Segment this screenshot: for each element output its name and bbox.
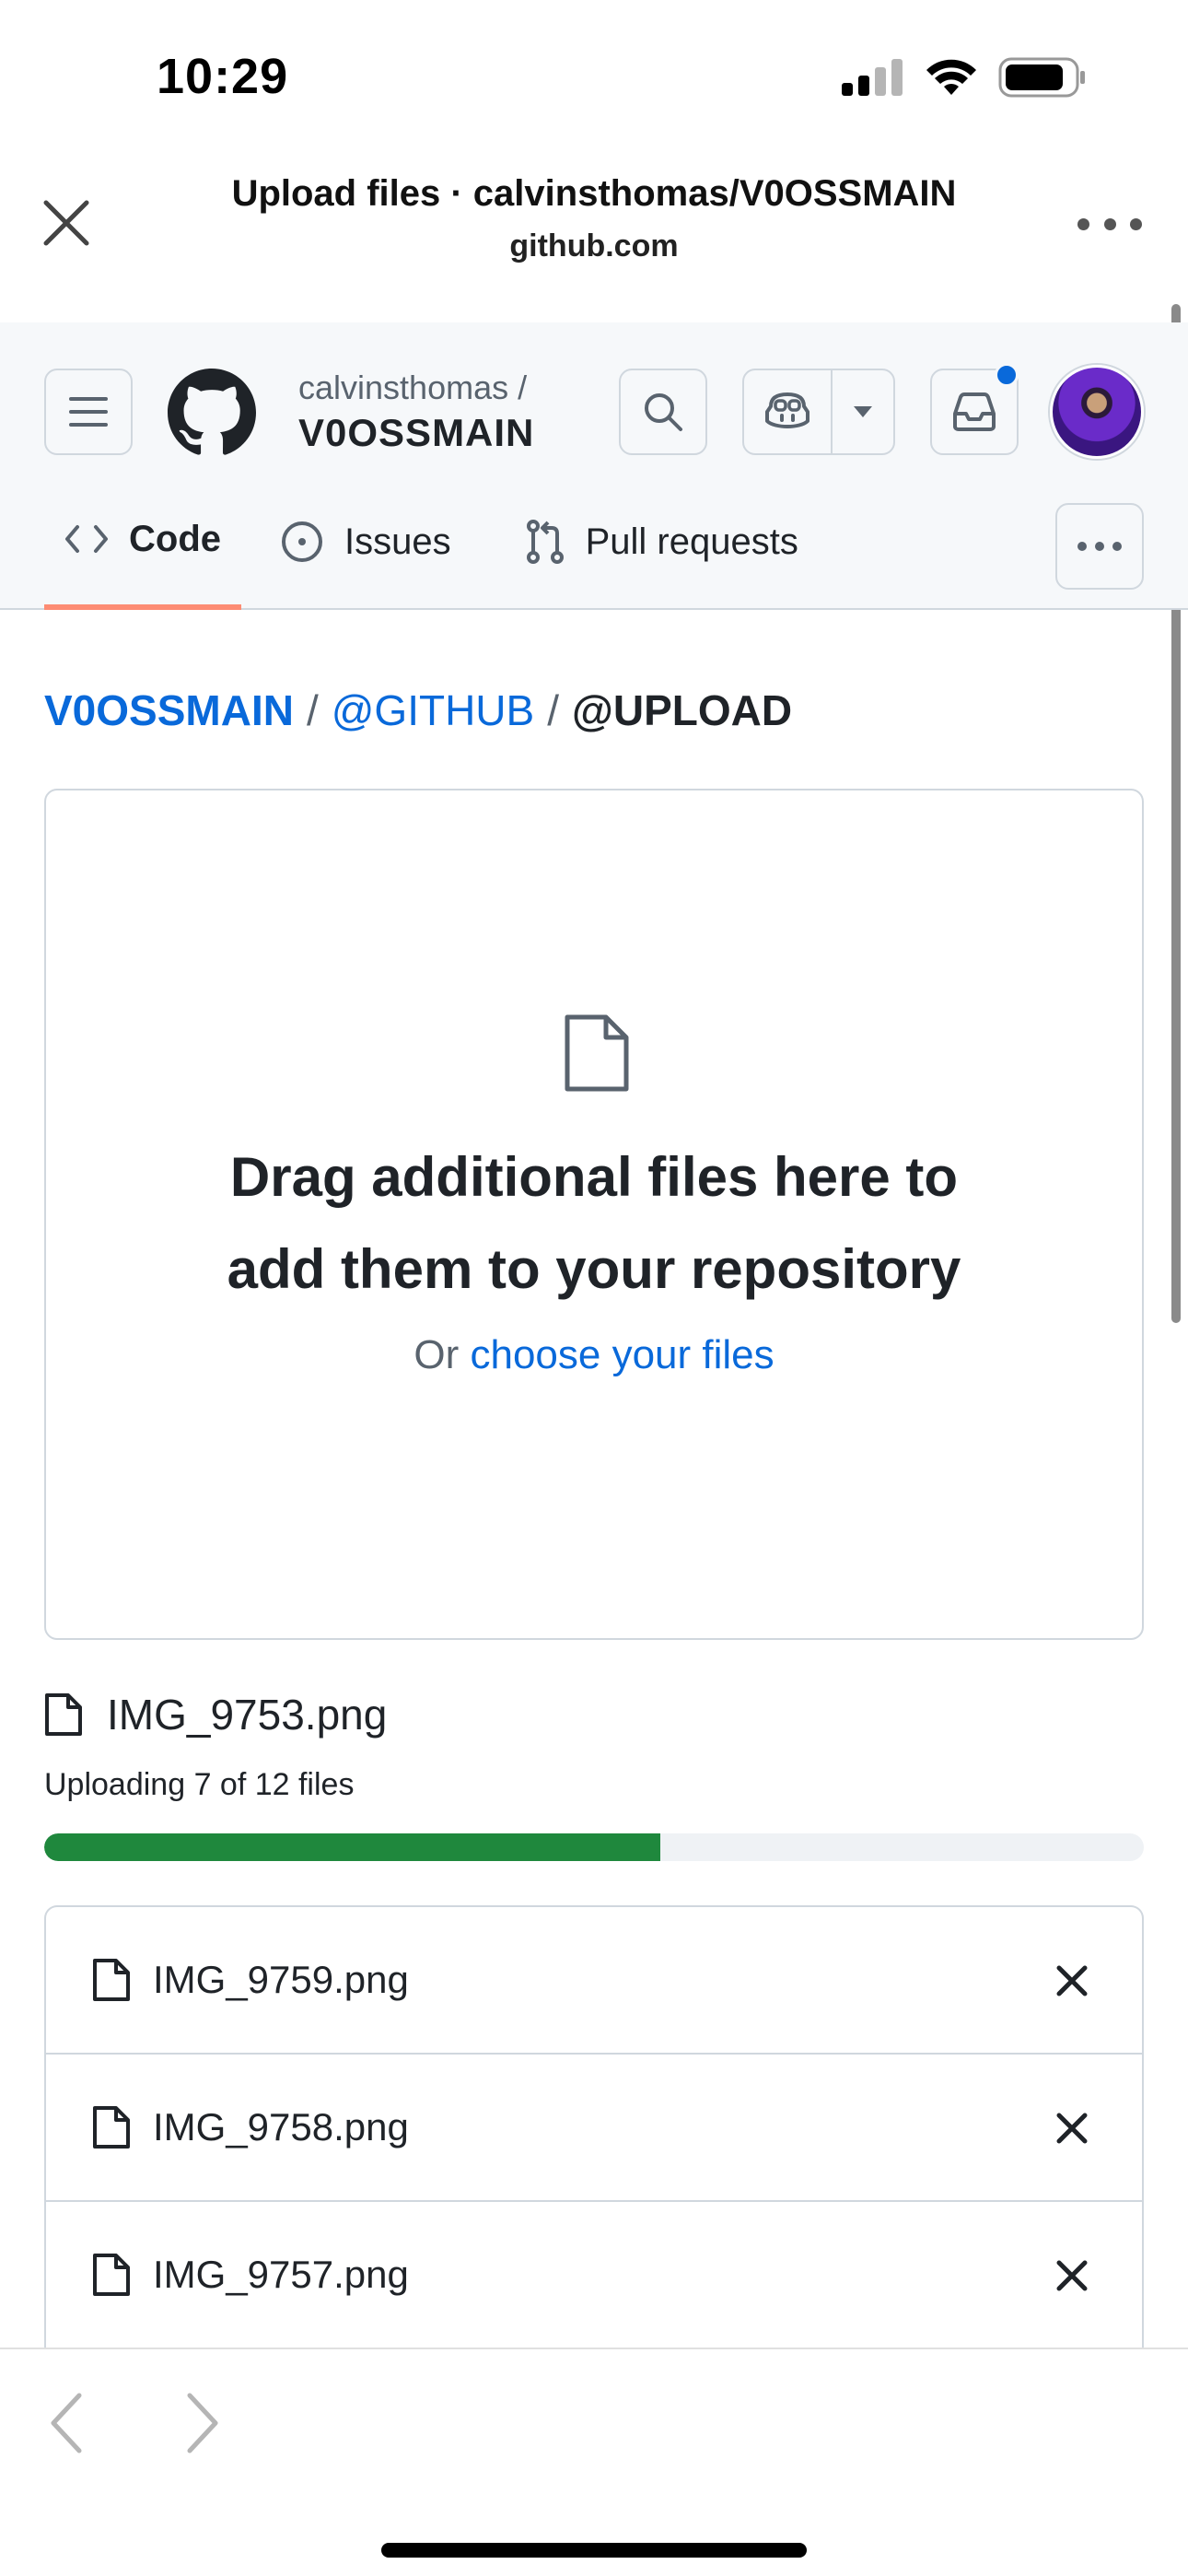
forward-arrow-icon[interactable] xyxy=(179,2386,227,2460)
back-arrow-icon[interactable] xyxy=(42,2386,90,2460)
github-header: calvinsthomas / V0OSSMAIN Code Issues Pu… xyxy=(0,322,1188,610)
copilot-dropdown-button[interactable] xyxy=(833,370,893,453)
git-pull-request-icon xyxy=(526,520,564,564)
file-icon xyxy=(93,2106,130,2149)
current-file-name: IMG_9753.png xyxy=(107,1691,388,1739)
tab-label: Pull requests xyxy=(585,521,798,562)
search-icon xyxy=(645,393,682,431)
current-upload-file: IMG_9753.png xyxy=(44,1690,387,1739)
menu-button[interactable] xyxy=(44,369,133,455)
copilot-icon xyxy=(765,392,809,428)
file-icon xyxy=(565,1014,629,1092)
dot-icon xyxy=(1077,217,1089,230)
copilot-button[interactable] xyxy=(742,369,895,455)
status-icons xyxy=(842,57,1087,98)
dropzone-subtitle: Or choose your files xyxy=(46,1332,1142,1378)
remove-file-icon[interactable] xyxy=(1050,2254,1094,2298)
dropzone-title: Drag additional files here to add them t… xyxy=(46,1131,1142,1316)
browser-host: github.com xyxy=(509,228,679,263)
avatar[interactable] xyxy=(1050,365,1144,459)
browser-toolbar xyxy=(0,2348,1188,2576)
dropzone-title-line2: add them to your repository xyxy=(227,1238,961,1300)
remove-file-icon[interactable] xyxy=(1050,2106,1094,2150)
cellular-signal-icon xyxy=(842,59,903,96)
triangle-down-icon xyxy=(854,406,872,417)
browser-more-button[interactable] xyxy=(1077,210,1142,238)
breadcrumb-repo-link[interactable]: V0OSSMAIN xyxy=(44,685,294,735)
code-icon xyxy=(65,525,108,553)
list-item: IMG_9759.png xyxy=(46,1907,1142,2055)
breadcrumb-separator: / xyxy=(306,686,319,734)
dropzone-title-line1: Drag additional files here to xyxy=(229,1146,959,1208)
file-icon xyxy=(93,1959,130,2001)
tab-pull-requests[interactable]: Pull requests xyxy=(505,496,819,588)
browser-bar: Upload files · calvinsthomas/V0OSSMAIN g… xyxy=(0,157,1188,322)
file-icon xyxy=(45,1693,82,1736)
repo-owner-link[interactable]: calvinsthomas / xyxy=(298,369,527,407)
breadcrumb-folder-link[interactable]: @GITHUB xyxy=(332,685,534,735)
issue-opened-icon xyxy=(282,521,322,562)
repo-name-link[interactable]: V0OSSMAIN xyxy=(298,411,534,455)
home-indicator[interactable] xyxy=(381,2543,807,2558)
list-item: IMG_9757.png xyxy=(46,2202,1142,2349)
breadcrumb-separator: / xyxy=(547,686,559,734)
list-item: IMG_9758.png xyxy=(46,2055,1142,2202)
status-bar: 10:29 xyxy=(0,0,1188,157)
upload-progress-fill xyxy=(44,1833,660,1861)
kebab-horizontal-icon xyxy=(1077,542,1122,551)
search-button[interactable] xyxy=(619,369,707,455)
dot-icon xyxy=(1103,217,1116,230)
file-icon xyxy=(93,2254,130,2296)
tab-label: Code xyxy=(129,518,221,559)
choose-files-link[interactable]: choose your files xyxy=(470,1332,774,1377)
hamburger-icon xyxy=(69,397,108,427)
copilot-open-button[interactable] xyxy=(744,370,833,453)
dropzone-prefix: Or xyxy=(413,1332,460,1377)
breadcrumb: V0OSSMAIN / @GITHUB / @UPLOAD xyxy=(44,685,792,735)
github-logo-icon[interactable] xyxy=(168,369,256,457)
tab-issues[interactable]: Issues xyxy=(260,496,472,588)
status-time: 10:29 xyxy=(157,49,289,104)
remove-file-icon[interactable] xyxy=(1050,1959,1094,2003)
upload-progress-bar xyxy=(44,1833,1144,1861)
tab-label: Issues xyxy=(344,521,451,562)
file-name: IMG_9757.png xyxy=(153,2253,409,2296)
dot-icon xyxy=(1130,217,1142,230)
tabs-more-button[interactable] xyxy=(1055,503,1144,590)
file-dropzone[interactable]: Drag additional files here to add them t… xyxy=(44,789,1144,1640)
upload-status: Uploading 7 of 12 files xyxy=(44,1767,355,1802)
file-name: IMG_9758.png xyxy=(153,2105,409,2149)
tab-code[interactable]: Code xyxy=(44,496,241,610)
queued-file-list: IMG_9759.png IMG_9758.png IMG_9757.png xyxy=(44,1905,1144,2349)
notification-indicator xyxy=(995,363,1019,387)
inbox-icon xyxy=(953,392,996,431)
file-name: IMG_9759.png xyxy=(153,1958,409,2001)
wifi-icon xyxy=(926,59,976,95)
breadcrumb-current: @UPLOAD xyxy=(572,686,793,734)
browser-title: Upload files · calvinsthomas/V0OSSMAIN xyxy=(231,173,957,214)
repo-nav-tabs: Code Issues Pull requests xyxy=(44,496,819,610)
battery-icon xyxy=(998,57,1085,98)
